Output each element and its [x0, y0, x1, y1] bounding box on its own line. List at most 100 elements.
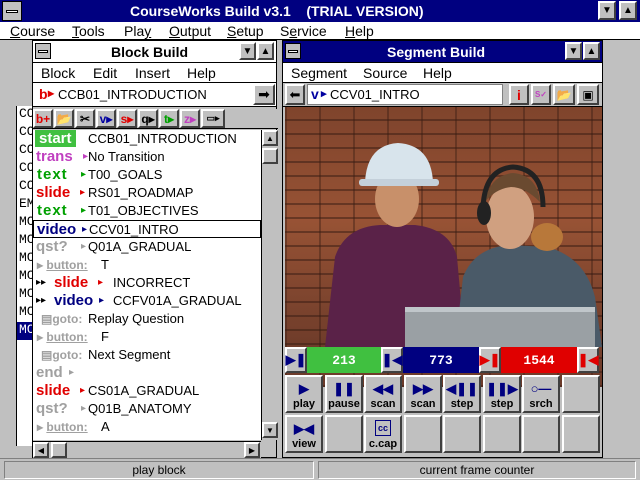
- tree-row-keyword: goto:: [52, 312, 83, 326]
- step-button[interactable]: ❚❚▶ step: [483, 375, 521, 413]
- open-folder-icon[interactable]: 📂: [54, 109, 74, 128]
- tree-row-keyword: end: [36, 364, 63, 381]
- block-build-title-bar[interactable]: Block Build ▼ ▲: [33, 41, 276, 63]
- pause-button[interactable]: ❚❚ pause: [325, 375, 363, 413]
- tree-row[interactable]: end ▸: [33, 364, 261, 382]
- new-block-icon[interactable]: b+: [33, 109, 53, 128]
- tree-row[interactable]: ▤goto: Replay Question: [33, 310, 261, 328]
- segment-minimize-icon[interactable]: ▼: [565, 42, 582, 60]
- segment-maximize-icon[interactable]: ▲: [583, 42, 600, 60]
- tree-row[interactable]: trans ▸ No Transition: [33, 148, 261, 166]
- tree-row[interactable]: video ▸ CCV01_INTRO: [33, 220, 261, 238]
- menu-help[interactable]: Help: [345, 23, 374, 39]
- block-menu-help[interactable]: Help: [187, 65, 216, 81]
- current-mark-icon[interactable]: ❚◀: [381, 347, 403, 373]
- video-insert-icon[interactable]: v▸: [96, 109, 116, 128]
- block-tree[interactable]: start CCB01_INTRODUCTION trans ▸ No Transiti…: [33, 130, 261, 440]
- back-arrow-icon[interactable]: ⬅: [285, 84, 305, 105]
- scan-button[interactable]: ▶▶ scan: [404, 375, 442, 413]
- blank-button[interactable]: [562, 375, 600, 413]
- expand-arrow-icon[interactable]: ▸▸: [36, 274, 46, 292]
- blank-button[interactable]: [325, 415, 363, 453]
- menu-course[interactable]: Course: [10, 23, 55, 39]
- blank-button[interactable]: [483, 415, 521, 453]
- blank-button[interactable]: [522, 415, 560, 453]
- block-name: CCB01_INTRODUCTION: [58, 87, 207, 102]
- segment-system-menu-icon[interactable]: [285, 43, 301, 59]
- segment-menu-segment[interactable]: Segment: [291, 65, 347, 81]
- ccap-button[interactable]: cc c.cap: [364, 415, 402, 453]
- tree-row[interactable]: qst? ▸ Q01B_ANATOMY: [33, 400, 261, 418]
- info-icon[interactable]: i: [509, 84, 529, 105]
- block-build-window: Block Build ▼ ▲ Block Edit Insert Help b ▸ …: [32, 40, 278, 458]
- current-frame-counter: 773: [403, 347, 479, 373]
- segment-name-bar: ⬅ v ▸ CCV01_INTRO i S✓ 📂 ▣: [283, 83, 602, 107]
- row-arrow-icon: ▸: [99, 295, 105, 306]
- end-out-mark-icon[interactable]: ❚◀: [577, 347, 599, 373]
- blank-button[interactable]: [404, 415, 442, 453]
- play-button[interactable]: ▶ play: [285, 375, 323, 413]
- cut-scissors-icon[interactable]: ✂: [75, 109, 95, 128]
- more-icon[interactable]: ▭▸: [201, 109, 225, 128]
- zoom-insert-icon[interactable]: z▸: [180, 109, 200, 128]
- minimize-icon[interactable]: ▼: [598, 1, 616, 20]
- tree-row[interactable]: text ▸ T00_GOALS: [33, 166, 261, 184]
- tree-row[interactable]: qst? ▸ Q01A_GRADUAL: [33, 238, 261, 256]
- blank-button[interactable]: [562, 415, 600, 453]
- menu-service[interactable]: Service: [280, 23, 327, 39]
- block-maximize-icon[interactable]: ▲: [257, 42, 274, 60]
- tree-row[interactable]: ▸▸ slide ▸ INCORRECT: [33, 274, 261, 292]
- menu-play[interactable]: Play: [124, 23, 151, 39]
- tree-row[interactable]: text ▸ T01_OBJECTIVES: [33, 202, 261, 220]
- block-menu-edit[interactable]: Edit: [93, 65, 117, 81]
- block-minimize-icon[interactable]: ▼: [239, 42, 256, 60]
- scroll-left-icon[interactable]: ◀: [33, 442, 49, 458]
- open-folder-icon[interactable]: 📂: [553, 84, 575, 105]
- maximize-icon[interactable]: ▲: [619, 1, 637, 20]
- end-mark-icon[interactable]: ▶❚: [479, 347, 501, 373]
- tree-row[interactable]: ▸ button: F: [33, 328, 261, 346]
- syntax-check-icon[interactable]: S✓: [531, 84, 551, 105]
- save-disk-icon[interactable]: ▣: [577, 84, 599, 105]
- scroll-up-icon[interactable]: ▲: [262, 130, 278, 146]
- block-menu-insert[interactable]: Insert: [135, 65, 170, 81]
- menu-output[interactable]: Output: [169, 23, 211, 39]
- text-insert-icon[interactable]: t▸: [159, 109, 179, 128]
- scan-button[interactable]: ◀◀ scan: [364, 375, 402, 413]
- go-arrow-icon[interactable]: ➡: [253, 84, 275, 105]
- question-insert-icon[interactable]: q▸: [138, 109, 158, 128]
- tree-row[interactable]: ▸ button: A: [33, 418, 261, 436]
- segment-build-title-bar[interactable]: Segment Build ▼ ▲: [283, 41, 602, 63]
- slide-insert-icon[interactable]: s▸: [117, 109, 137, 128]
- tree-row-keyword: video: [37, 221, 77, 238]
- control-label: scan: [410, 398, 436, 410]
- tree-row[interactable]: ▸▸ video ▸ CCFV01A_GRADUAL: [33, 292, 261, 310]
- tree-vertical-scrollbar[interactable]: ▲ ▼: [261, 130, 278, 440]
- tree-row[interactable]: slide ▸ CS01A_GRADUAL: [33, 382, 261, 400]
- tree-row[interactable]: slide ▸ RS01_ROADMAP: [33, 184, 261, 202]
- expand-arrow-icon[interactable]: ▸▸: [36, 292, 46, 310]
- tree-row-keyword: button:: [46, 330, 88, 344]
- srch-button[interactable]: ○— srch: [522, 375, 560, 413]
- start-mark-icon[interactable]: ▶❚: [285, 347, 307, 373]
- block-build-title: Block Build: [111, 44, 189, 60]
- tree-row-name: INCORRECT: [113, 275, 191, 290]
- block-menu-block[interactable]: Block: [41, 65, 75, 81]
- system-menu-icon[interactable]: [2, 1, 22, 21]
- view-button[interactable]: ▶◀ view: [285, 415, 323, 453]
- scroll-down-icon[interactable]: ▼: [262, 422, 278, 438]
- blank-button[interactable]: [443, 415, 481, 453]
- step-button[interactable]: ◀❚❚ step: [443, 375, 481, 413]
- scroll-thumb[interactable]: [262, 148, 278, 164]
- segment-menu-help[interactable]: Help: [423, 65, 452, 81]
- menu-tools[interactable]: Tools: [72, 23, 105, 39]
- segment-menu-source[interactable]: Source: [363, 65, 407, 81]
- tree-horizontal-scrollbar[interactable]: ◀ ▶: [33, 441, 261, 458]
- block-system-menu-icon[interactable]: [35, 43, 51, 59]
- hscroll-thumb[interactable]: [51, 442, 67, 458]
- tree-row[interactable]: ▸ button: T: [33, 256, 261, 274]
- tree-row[interactable]: start CCB01_INTRODUCTION: [33, 130, 261, 148]
- tree-row[interactable]: ▤goto: Next Segment: [33, 346, 261, 364]
- scroll-right-icon[interactable]: ▶: [244, 442, 260, 458]
- menu-setup[interactable]: Setup: [227, 23, 264, 39]
